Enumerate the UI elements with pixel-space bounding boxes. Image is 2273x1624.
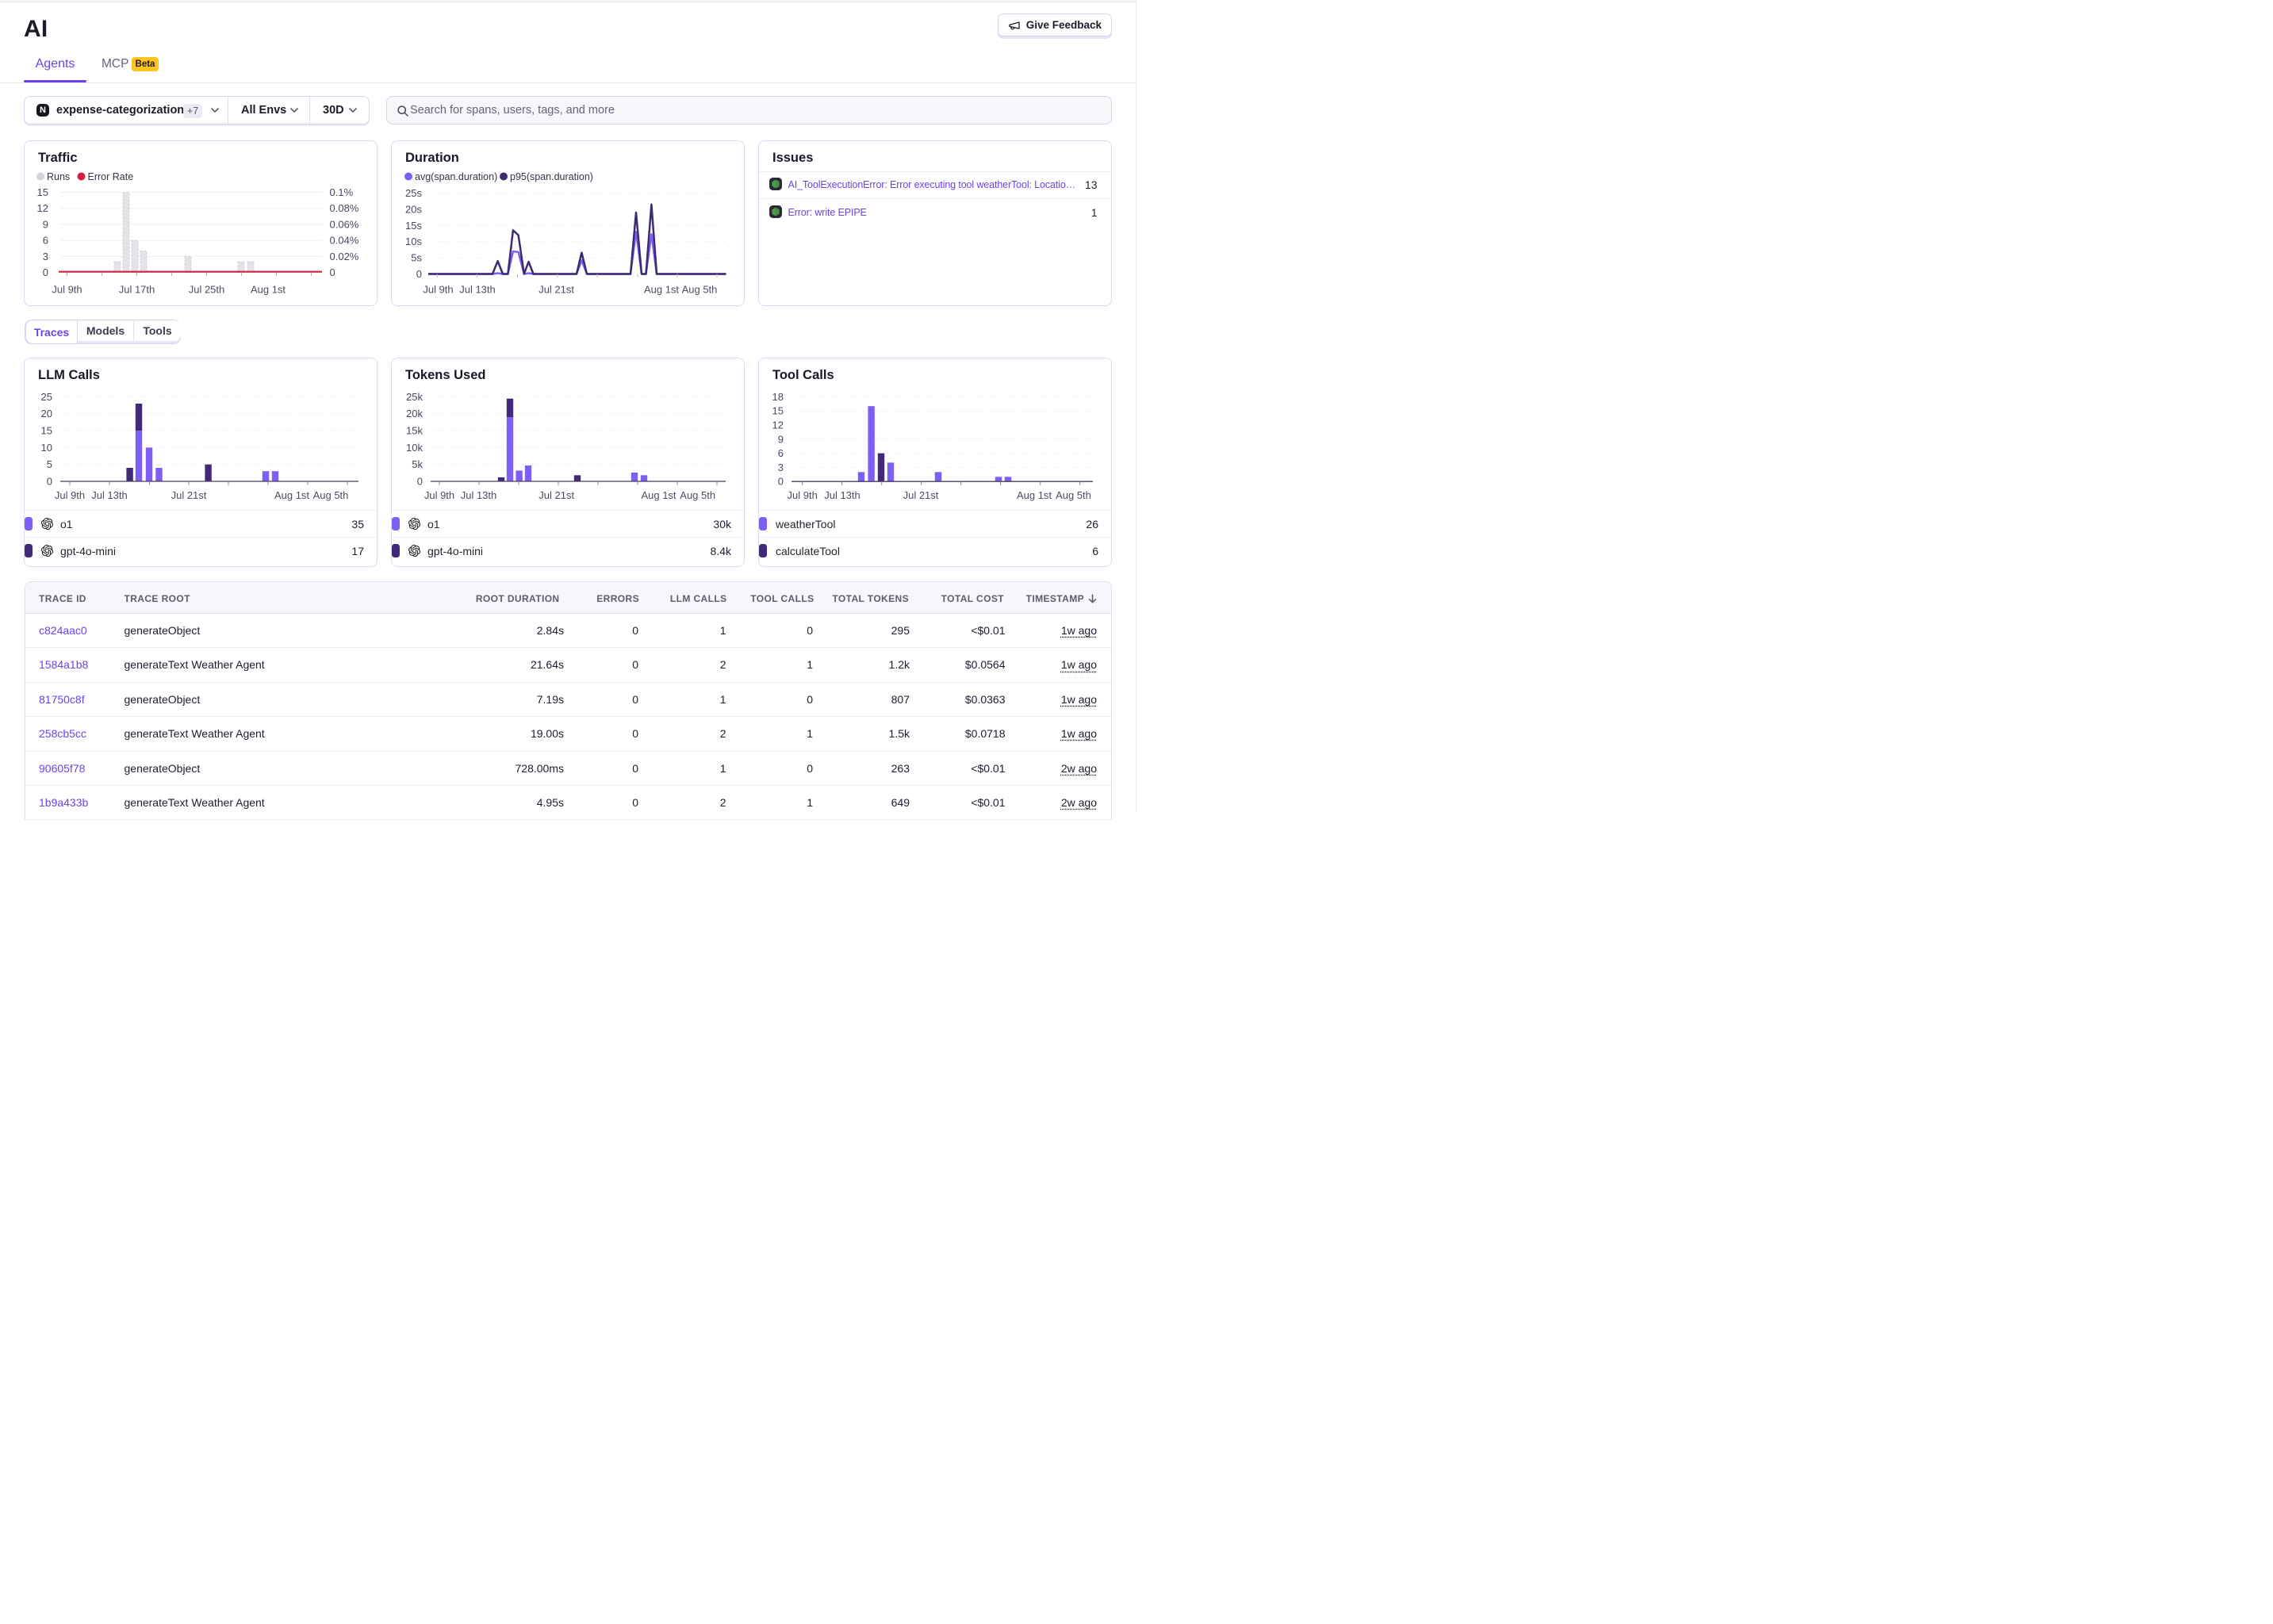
svg-text:15: 15 [41, 425, 52, 437]
svg-text:Jul 17th: Jul 17th [119, 284, 155, 296]
svg-text:Jul 13th: Jul 13th [824, 489, 861, 501]
svg-text:6: 6 [778, 447, 784, 459]
svg-text:Jul 21st: Jul 21st [171, 489, 207, 501]
svg-text:0.1%: 0.1% [330, 186, 354, 198]
svg-text:10k: 10k [406, 442, 423, 454]
svg-text:Aug 5th: Aug 5th [313, 489, 349, 501]
svg-text:5s: 5s [411, 252, 422, 264]
svg-text:0: 0 [47, 476, 52, 488]
svg-text:0.02%: 0.02% [330, 251, 359, 262]
svg-text:Jul 9th: Jul 9th [788, 489, 818, 501]
svg-text:Error Rate: Error Rate [88, 171, 134, 182]
svg-text:0: 0 [417, 476, 423, 488]
svg-text:10: 10 [41, 442, 52, 454]
svg-text:Jul 9th: Jul 9th [423, 284, 453, 296]
svg-text:25s: 25s [405, 187, 422, 199]
svg-text:0.04%: 0.04% [330, 235, 359, 247]
svg-text:0: 0 [416, 268, 422, 280]
svg-text:20k: 20k [406, 408, 423, 419]
svg-text:12: 12 [37, 202, 48, 214]
svg-text:0: 0 [43, 266, 48, 278]
svg-text:Jul 13th: Jul 13th [91, 489, 128, 501]
svg-text:Jul 9th: Jul 9th [52, 284, 82, 296]
svg-text:0.08%: 0.08% [330, 202, 359, 214]
svg-text:0: 0 [778, 476, 784, 488]
svg-text:20s: 20s [405, 203, 422, 215]
svg-text:3: 3 [43, 251, 48, 262]
svg-text:15s: 15s [405, 220, 422, 232]
svg-text:25k: 25k [406, 391, 423, 403]
svg-text:Jul 21st: Jul 21st [539, 489, 574, 501]
svg-text:Runs: Runs [47, 171, 70, 182]
svg-text:6: 6 [43, 235, 48, 247]
svg-text:0.06%: 0.06% [330, 218, 359, 230]
svg-text:12: 12 [772, 419, 784, 431]
svg-text:Aug 1st: Aug 1st [644, 284, 679, 296]
svg-text:15: 15 [37, 186, 48, 198]
svg-text:18: 18 [772, 391, 784, 403]
svg-text:Aug 1st: Aug 1st [251, 284, 286, 296]
svg-text:25: 25 [41, 391, 52, 403]
svg-text:5: 5 [47, 458, 52, 470]
svg-text:9: 9 [43, 218, 48, 230]
svg-text:Jul 13th: Jul 13th [461, 489, 497, 501]
svg-text:5k: 5k [412, 458, 423, 470]
svg-text:avg(span.duration): avg(span.duration) [415, 171, 497, 182]
svg-text:Jul 25th: Jul 25th [189, 284, 225, 296]
svg-text:Jul 21st: Jul 21st [903, 489, 939, 501]
svg-text:p95(span.duration): p95(span.duration) [510, 171, 593, 182]
svg-text:Aug 5th: Aug 5th [682, 284, 718, 296]
svg-text:9: 9 [778, 433, 784, 445]
svg-text:Aug 1st: Aug 1st [641, 489, 676, 501]
svg-text:3: 3 [778, 462, 784, 473]
svg-text:Aug 1st: Aug 1st [1017, 489, 1052, 501]
svg-text:Jul 9th: Jul 9th [55, 489, 85, 501]
svg-text:20: 20 [41, 408, 52, 419]
svg-text:15: 15 [772, 405, 784, 417]
svg-text:Aug 5th: Aug 5th [680, 489, 715, 501]
svg-text:Jul 13th: Jul 13th [459, 284, 496, 296]
svg-text:10s: 10s [405, 236, 422, 247]
svg-text:Jul 21st: Jul 21st [539, 284, 574, 296]
svg-text:Jul 9th: Jul 9th [424, 489, 454, 501]
svg-text:0: 0 [330, 266, 335, 278]
svg-text:15k: 15k [406, 425, 423, 437]
svg-text:Aug 5th: Aug 5th [1056, 489, 1091, 501]
svg-text:Aug 1st: Aug 1st [274, 489, 309, 501]
